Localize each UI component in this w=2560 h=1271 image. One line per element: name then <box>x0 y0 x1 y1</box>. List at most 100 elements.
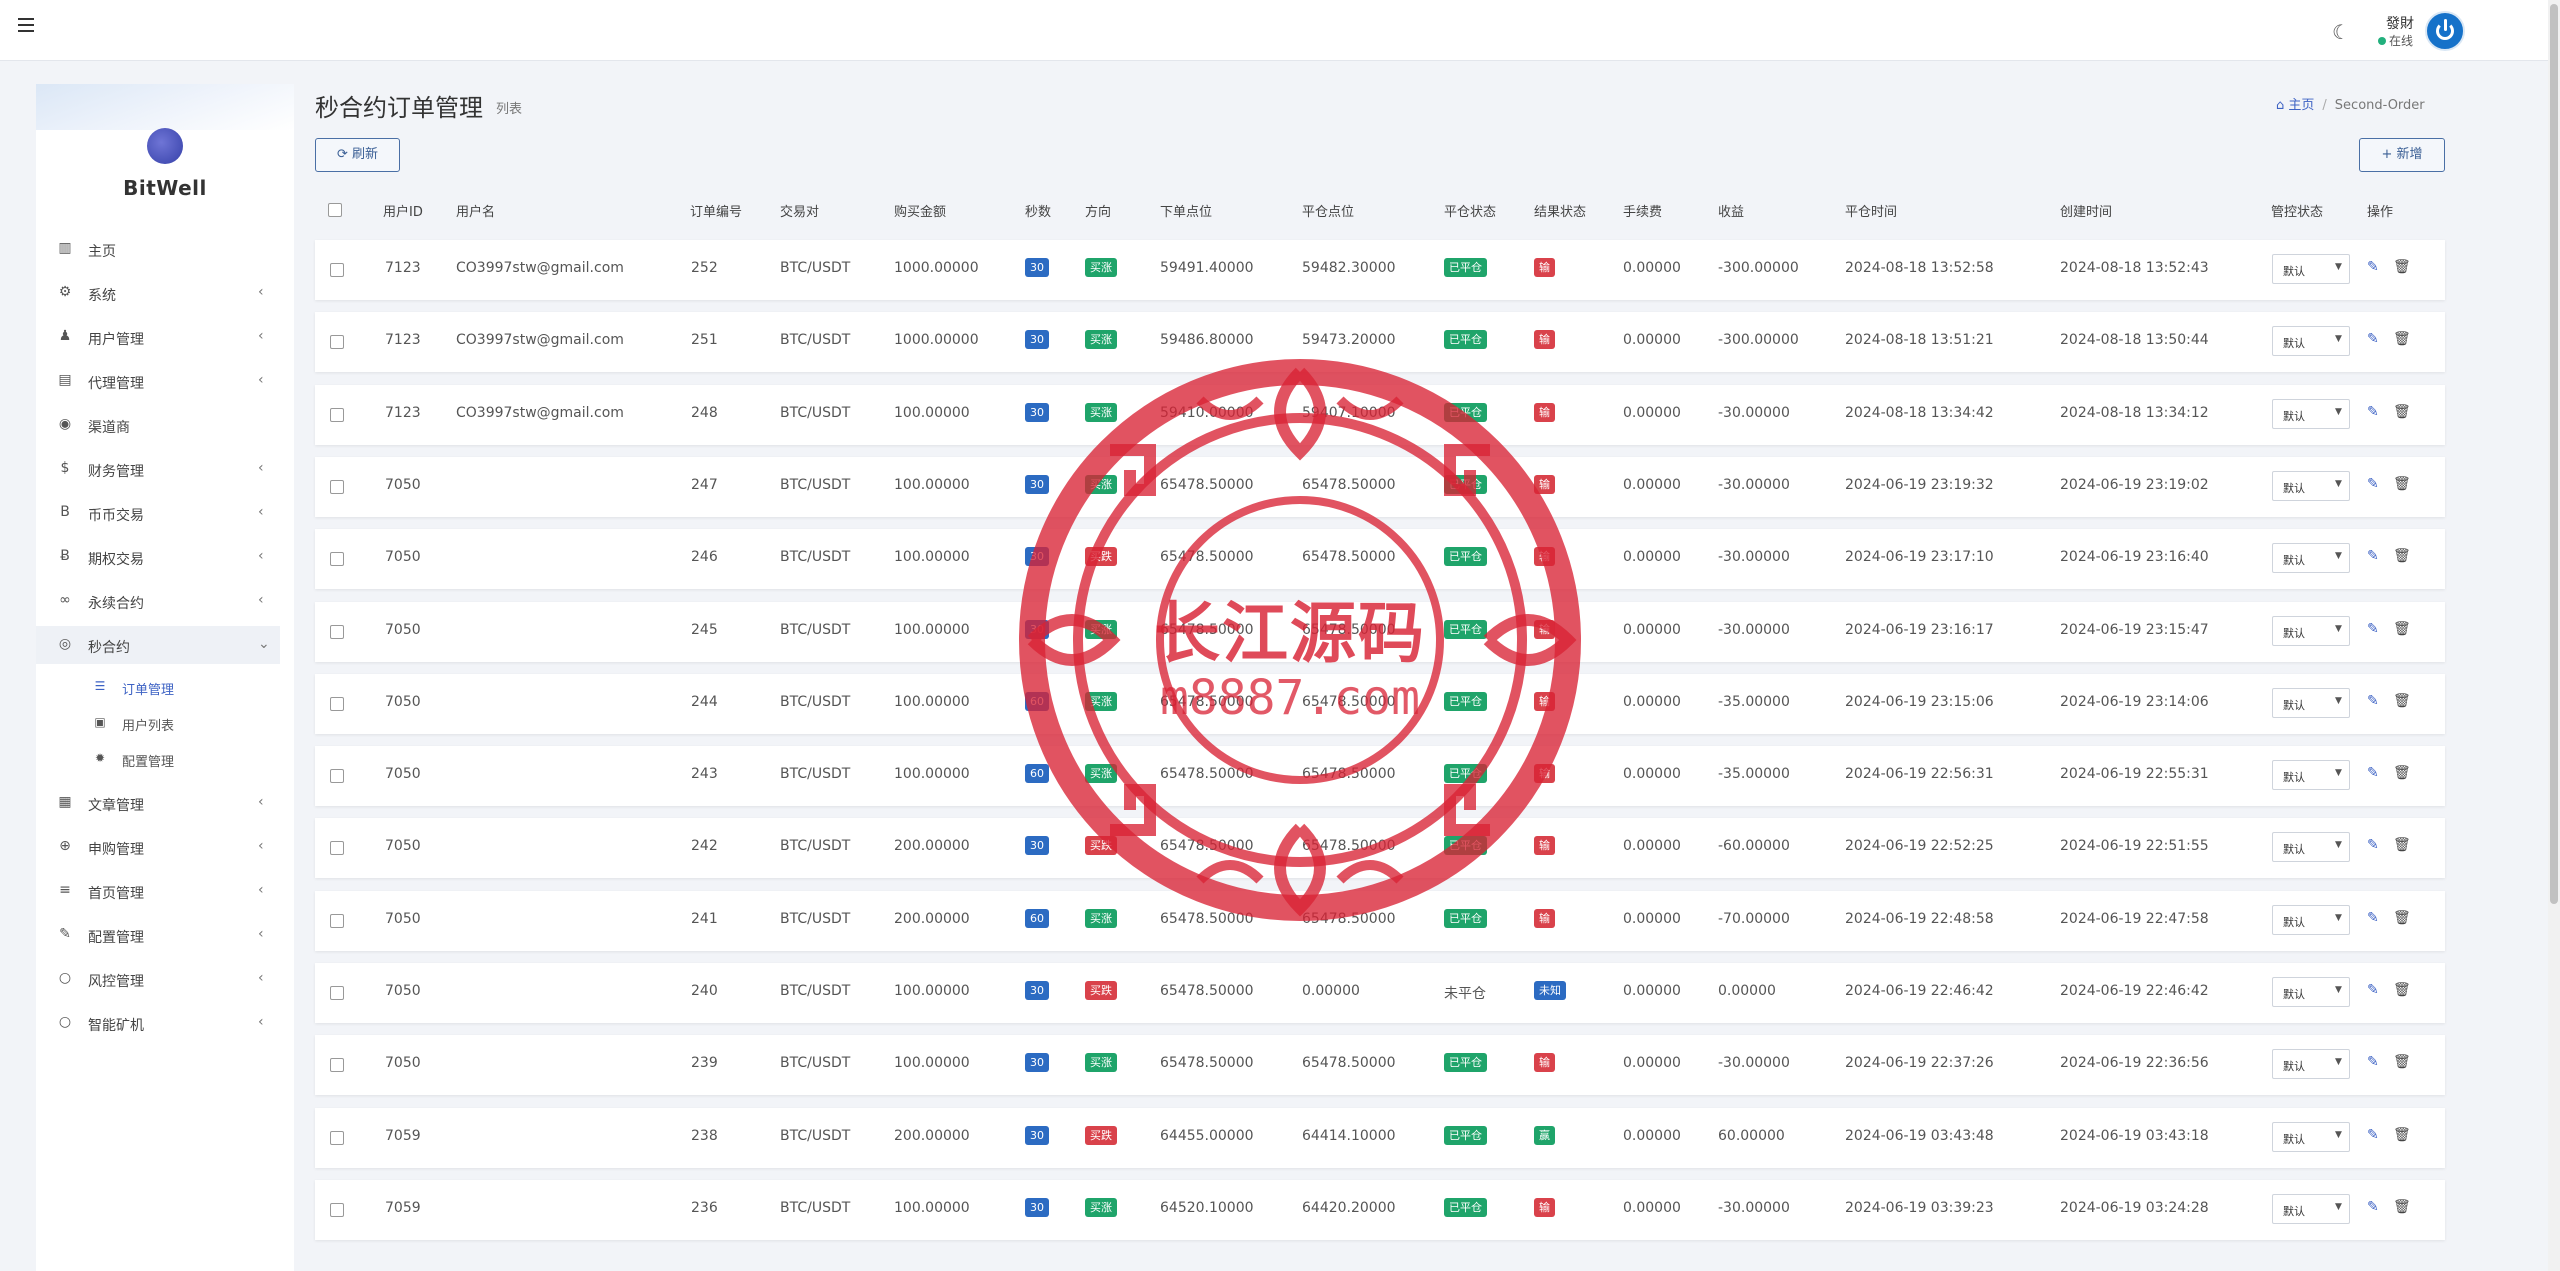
edit-icon[interactable]: ✎ <box>2367 1127 2379 1143</box>
row-checkbox[interactable] <box>330 335 344 350</box>
row-checkbox[interactable] <box>330 1130 344 1145</box>
control-status-select[interactable]: 默认 ▼ <box>2272 398 2350 429</box>
sidebar-subitem[interactable]: ▣ 用户列表 <box>36 706 280 740</box>
add-button[interactable]: + 新增 <box>2359 138 2445 172</box>
control-status-select[interactable]: 默认 ▼ <box>2272 1049 2350 1080</box>
edit-icon[interactable]: ✎ <box>2367 982 2379 998</box>
edit-icon[interactable]: ✎ <box>2367 1054 2379 1070</box>
sidebar-item[interactable]: ⚙ 系统 ‹ <box>36 274 280 312</box>
table-row[interactable]: 7050 240 BTC/USDT 100.00000 30 买跌 65478.50000 0… <box>315 963 2445 1023</box>
row-checkbox[interactable] <box>330 263 344 277</box>
control-status-select[interactable]: 默认 ▼ <box>2272 687 2350 718</box>
delete-icon[interactable]: 🗑 <box>2393 1054 2411 1070</box>
row-checkbox[interactable] <box>330 479 344 494</box>
table-row[interactable]: 7050 242 BTC/USDT 200.00000 30 买跌 65478.50000 6… <box>315 818 2445 879</box>
sidebar-item[interactable]: ♟ 用户管理 ‹ <box>36 318 280 356</box>
table-row[interactable]: 7123 CO3997stw@gmail.com 252 BTC/USDT 1000.0… <box>315 240 2445 300</box>
control-status-select[interactable]: 默认 ▼ <box>2272 904 2350 935</box>
column-header[interactable]: 管控状态 <box>2271 201 2323 220</box>
column-header[interactable]: 用户名 <box>456 201 495 220</box>
sidebar-item[interactable]: ◎ 秒合约 ⌄ <box>36 626 280 664</box>
edit-icon[interactable]: ✎ <box>2367 331 2379 347</box>
avatar[interactable] <box>2425 11 2465 51</box>
table-row[interactable]: 7059 236 BTC/USDT 100.00000 30 买涨 64520.10000 6… <box>315 1179 2445 1240</box>
sidebar-item[interactable]: ∞ 永续合约 ‹ <box>36 582 280 620</box>
column-header[interactable]: 平仓状态 <box>1444 201 1496 220</box>
sidebar-item[interactable]: ▥ 主页 <box>36 230 280 268</box>
edit-icon[interactable]: ✎ <box>2367 621 2379 637</box>
table-row[interactable]: 7050 243 BTC/USDT 100.00000 60 买涨 65478.50000 6… <box>315 746 2445 807</box>
delete-icon[interactable]: 🗑 <box>2393 259 2411 275</box>
row-checkbox[interactable] <box>330 769 344 784</box>
control-status-select[interactable]: 默认 ▼ <box>2272 326 2350 357</box>
sidebar-item[interactable]: Ƀ 期权交易 ‹ <box>36 538 280 576</box>
edit-icon[interactable]: ✎ <box>2367 765 2379 781</box>
delete-icon[interactable]: 🗑 <box>2393 404 2411 420</box>
sidebar-item[interactable]: ⊕ 申购管理 ‹ <box>36 828 280 866</box>
delete-icon[interactable]: 🗑 <box>2393 331 2411 347</box>
column-header[interactable]: 用户ID <box>383 201 423 220</box>
delete-icon[interactable]: 🗑 <box>2393 693 2411 709</box>
control-status-select[interactable]: 默认 ▼ <box>2272 760 2350 791</box>
column-header[interactable]: 平仓时间 <box>1845 201 1897 220</box>
control-status-select[interactable]: 默认 ▼ <box>2272 1121 2350 1152</box>
table-row[interactable]: 7059 238 BTC/USDT 200.00000 30 买跌 64455.00000 6… <box>315 1107 2445 1168</box>
sidebar-item[interactable]: ○ 风控管理 ‹ <box>36 960 280 998</box>
column-header[interactable]: 订单编号 <box>690 201 742 220</box>
row-checkbox[interactable] <box>330 1202 344 1217</box>
column-header[interactable]: 操作 <box>2367 201 2393 220</box>
sidebar-item[interactable]: ▤ 代理管理 ‹ <box>36 362 280 400</box>
sidebar-item[interactable]: B 币币交易 ‹ <box>36 494 280 532</box>
breadcrumb-home-label[interactable]: 主页 <box>2288 98 2314 113</box>
row-checkbox[interactable] <box>330 624 344 639</box>
control-status-select[interactable]: 默认 ▼ <box>2272 832 2350 863</box>
control-status-select[interactable]: 默认 ▼ <box>2272 615 2350 646</box>
column-header[interactable]: 手续费 <box>1623 201 1662 220</box>
table-row[interactable]: 7123 CO3997stw@gmail.com 251 BTC/USDT 1000.0… <box>315 312 2445 373</box>
edit-icon[interactable]: ✎ <box>2367 1199 2379 1215</box>
row-checkbox[interactable] <box>330 552 344 567</box>
row-checkbox[interactable] <box>330 986 344 1000</box>
edit-icon[interactable]: ✎ <box>2367 404 2379 420</box>
edit-icon[interactable]: ✎ <box>2367 476 2379 492</box>
sidebar-item[interactable]: $ 财务管理 ‹ <box>36 450 280 488</box>
sidebar-subitem[interactable]: ☰ 订单管理 <box>36 670 280 704</box>
column-header[interactable]: 交易对 <box>780 201 819 220</box>
refresh-button[interactable]: ⟳ 刷新 <box>315 138 400 172</box>
user-name[interactable]: 發財 <box>2386 13 2414 33</box>
table-row[interactable]: 7050 241 BTC/USDT 200.00000 60 买涨 65478.50000 6… <box>315 890 2445 951</box>
row-checkbox[interactable] <box>330 841 344 856</box>
delete-icon[interactable]: 🗑 <box>2393 837 2411 853</box>
delete-icon[interactable]: 🗑 <box>2393 1199 2411 1215</box>
row-checkbox[interactable] <box>330 913 344 928</box>
delete-icon[interactable]: 🗑 <box>2393 621 2411 637</box>
delete-icon[interactable]: 🗑 <box>2393 910 2411 926</box>
edit-icon[interactable]: ✎ <box>2367 837 2379 853</box>
delete-icon[interactable]: 🗑 <box>2393 982 2411 998</box>
table-row[interactable]: 7050 239 BTC/USDT 100.00000 30 买涨 65478.50000 6… <box>315 1035 2445 1096</box>
sidebar-item[interactable]: ≡ 首页管理 ‹ <box>36 872 280 910</box>
column-header[interactable]: 秒数 <box>1025 201 1051 220</box>
row-checkbox[interactable] <box>330 407 344 422</box>
edit-icon[interactable]: ✎ <box>2367 910 2379 926</box>
sidebar-item[interactable]: ▦ 文章管理 ‹ <box>36 784 280 822</box>
edit-icon[interactable]: ✎ <box>2367 548 2379 564</box>
control-status-select[interactable]: 默认 ▼ <box>2272 977 2350 1007</box>
select-all-checkbox[interactable] <box>328 203 342 217</box>
dark-mode-icon[interactable]: ☾ <box>2332 20 2350 44</box>
delete-icon[interactable]: 🗑 <box>2393 476 2411 492</box>
sidebar-item[interactable]: ○ 智能矿机 ‹ <box>36 1004 280 1042</box>
column-header[interactable]: 收益 <box>1718 201 1744 220</box>
breadcrumb-home[interactable]: ⌂ 主页 <box>2276 98 2314 113</box>
control-status-select[interactable]: 默认 ▼ <box>2272 254 2350 284</box>
column-header[interactable]: 平仓点位 <box>1302 201 1354 220</box>
row-checkbox[interactable] <box>330 696 344 711</box>
scrollbar-thumb[interactable] <box>2550 4 2558 904</box>
row-checkbox[interactable] <box>330 1058 344 1073</box>
edit-icon[interactable]: ✎ <box>2367 259 2379 275</box>
sidebar-item[interactable]: ◉ 渠道商 <box>36 406 280 444</box>
table-row[interactable]: 7050 247 BTC/USDT 100.00000 30 买涨 65478.50000 6… <box>315 456 2445 517</box>
delete-icon[interactable]: 🗑 <box>2393 1127 2411 1143</box>
delete-icon[interactable]: 🗑 <box>2393 548 2411 564</box>
table-row[interactable]: 7123 CO3997stw@gmail.com 248 BTC/USDT 100.00… <box>315 384 2445 445</box>
